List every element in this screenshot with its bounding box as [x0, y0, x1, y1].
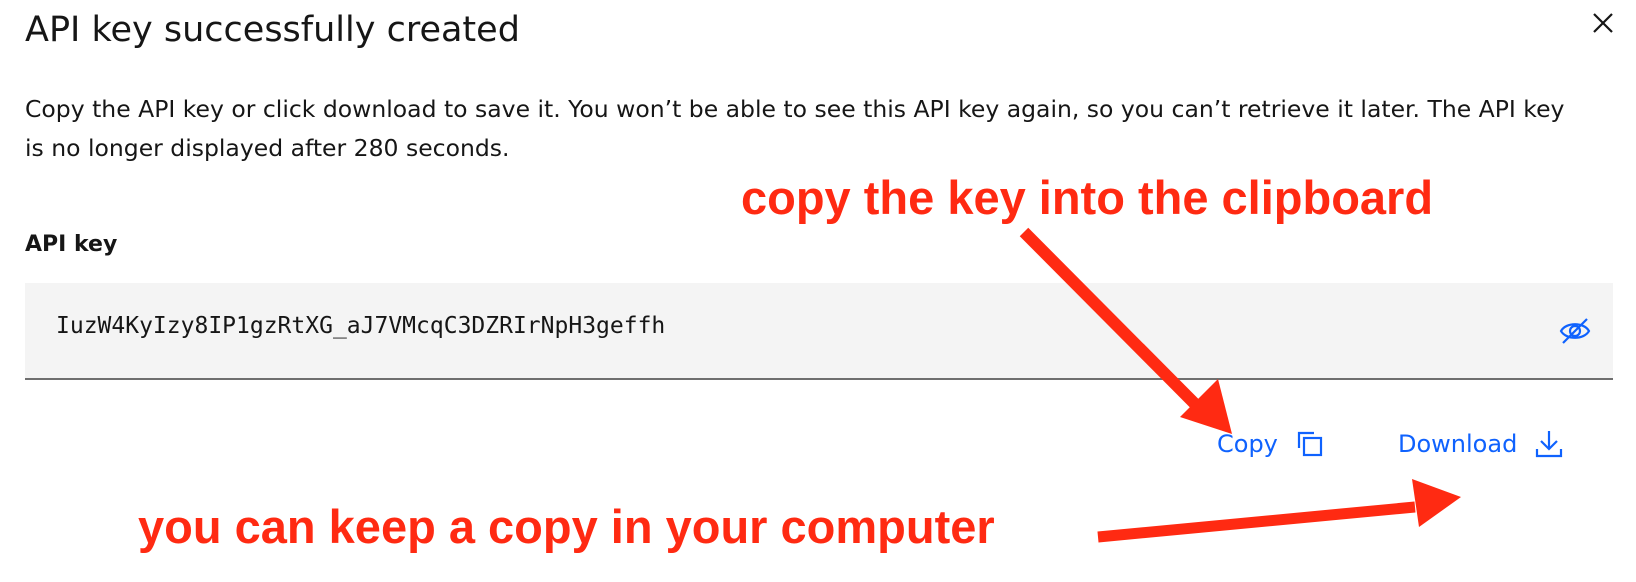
annotation-copy-hint: copy the key into the clipboard	[741, 171, 1434, 224]
close-button[interactable]	[1588, 8, 1618, 38]
copy-button[interactable]: Copy	[1217, 428, 1326, 460]
api-key-label: API key	[25, 232, 118, 257]
download-icon[interactable]	[1533, 428, 1565, 460]
api-key-field[interactable]: IuzW4KyIzy8IP1gzRtXG_aJ7VMcqC3DZRIrNpH3g…	[25, 283, 1613, 380]
copy-icon[interactable]	[1294, 428, 1326, 460]
dialog-title: API key successfully created	[25, 10, 520, 50]
download-button[interactable]: Download	[1398, 428, 1565, 460]
annotation-download-hint: you can keep a copy in your computer	[138, 500, 995, 553]
toggle-visibility-button[interactable]	[1558, 316, 1592, 346]
dialog-description: Copy the API key or click download to sa…	[25, 95, 1565, 162]
api-key-value[interactable]: IuzW4KyIzy8IP1gzRtXG_aJ7VMcqC3DZRIrNpH3g…	[56, 313, 665, 339]
copy-button-label[interactable]: Copy	[1217, 430, 1278, 458]
eye-slash-icon[interactable]	[1558, 316, 1592, 346]
close-icon[interactable]	[1588, 8, 1618, 38]
api-key-dialog: API key successfully created Copy the AP…	[0, 0, 1636, 582]
download-button-label[interactable]: Download	[1398, 430, 1517, 458]
